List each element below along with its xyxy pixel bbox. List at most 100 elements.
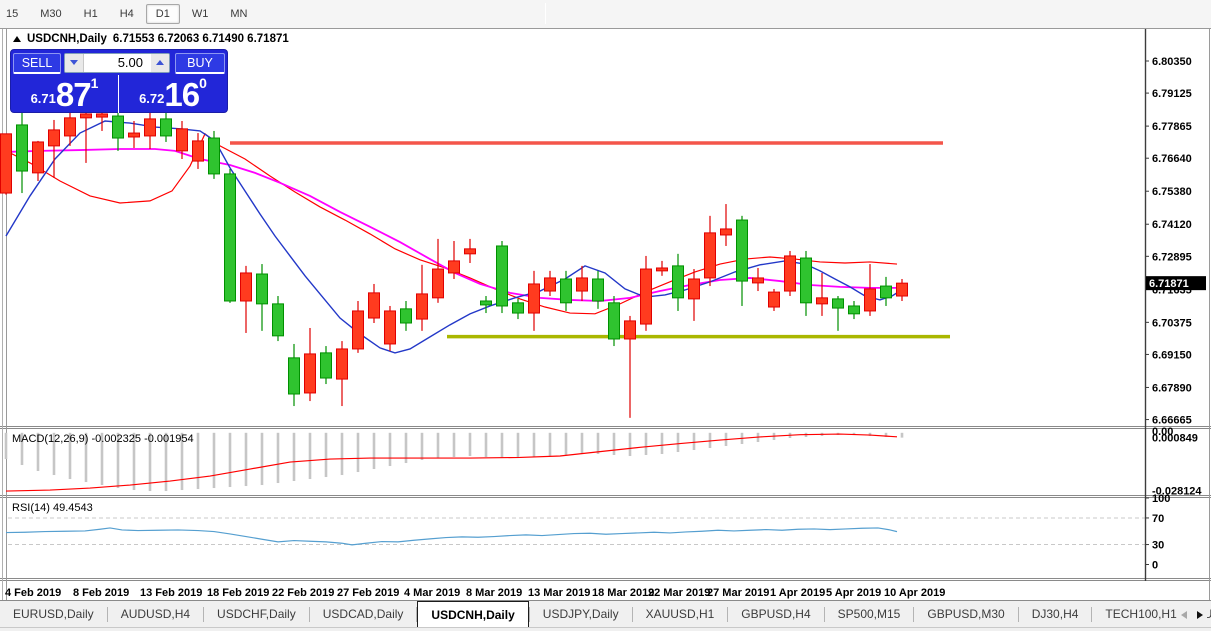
timeframe-button-m30[interactable]: M30 [30,4,71,24]
date-axis-label: 8 Mar 2019 [466,587,522,599]
price-axis-label: 6.75380 [1152,186,1192,198]
tab-eurusd-daily[interactable]: EURUSD,Daily [0,601,107,627]
tab-usdcad-daily[interactable]: USDCAD,Daily [310,601,417,627]
sell-price-sup: 1 [90,75,99,91]
timeframe-button-h1[interactable]: H1 [74,4,108,24]
trading-terminal: 15 M30 H1 H4 D1 W1 MN 6.80350 6.79125 6.77865 6.7… [0,0,1211,631]
candle-body [272,303,284,337]
tab-gbpusd-h4[interactable]: GBPUSD,H4 [728,601,823,627]
candle-body [496,245,508,307]
candle-body [352,310,364,350]
buy-price[interactable]: 6.72 16 0 [119,75,227,113]
candle-body [128,132,140,138]
date-axis-label: 13 Mar 2019 [528,587,590,599]
candle-body [896,282,908,297]
candle-body [880,285,892,299]
date-axis-label: 22 Mar 2019 [648,587,710,599]
rsi-axis-label: 0 [1152,560,1158,572]
date-axis-label: 27 Feb 2019 [337,587,399,599]
tab-dj30-h4[interactable]: DJ30,H4 [1019,601,1092,627]
price-axis-label: 6.66665 [1152,415,1192,427]
sell-price[interactable]: 6.71 87 1 [11,75,119,113]
candle-body [528,283,540,314]
date-axis-label: 27 Mar 2019 [707,587,769,599]
tab-audusd-h4[interactable]: AUDUSD,H4 [108,601,203,627]
price-axis-label: 6.72895 [1152,251,1192,263]
candle-body [800,257,812,304]
candle-body [416,293,428,320]
candle-body [368,292,380,319]
timeframe-button-15[interactable]: 15 [0,4,28,24]
candle-body [768,291,780,308]
macd-axis-label: 0.000849 [1152,433,1198,445]
candle-body [304,353,316,394]
candle-body [752,277,764,284]
candle-body [512,302,524,314]
candle-body [224,173,236,302]
price-axis-label: 6.74120 [1152,219,1192,231]
price-axis-label: 6.69150 [1152,349,1192,361]
volume-increase-button[interactable] [151,53,169,72]
symbol-tabs: EURUSD,Daily AUDUSD,H4 USDCHF,Daily USDCAD,… [0,601,1211,627]
tab-usdchf-daily[interactable]: USDCHF,Daily [204,601,309,627]
trade-panel-controls: SELL BUY [11,50,227,75]
candle-body [592,278,604,302]
candle-body [400,308,412,324]
date-axis-label: 5 Apr 2019 [826,587,881,599]
collapse-triangle-icon[interactable] [13,36,21,42]
tab-xauusd-h1[interactable]: XAUUSD,H1 [633,601,728,627]
candle-body [112,115,124,139]
macd-indicator-label: MACD(12,26,9) -0.002325 -0.001954 [12,433,194,445]
date-axis-label: 18 Feb 2019 [207,587,269,599]
tab-tech100-h1[interactable]: TECH100,H1 [1092,601,1189,627]
candle-body [784,255,796,292]
candle-body [32,141,44,174]
candle-body [432,268,444,299]
candle-body [816,297,828,305]
tab-usdjpy-daily[interactable]: USDJPY,Daily [530,601,632,627]
sell-button[interactable]: SELL [13,53,61,74]
price-axis-label: 6.79125 [1152,88,1192,100]
date-axis-label: 4 Mar 2019 [404,587,460,599]
tab-sp500-m15[interactable]: SP500,M15 [825,601,914,627]
sell-price-big: 87 [55,76,92,113]
tab-usdcnh-daily[interactable]: USDCNH,Daily [417,601,529,627]
one-click-trade-panel: SELL BUY 6.71 87 1 6.72 16 0 [10,49,228,113]
buy-price-small: 6.72 [139,91,165,106]
date-axis-label: 22 Feb 2019 [272,587,334,599]
timeframe-toolbar: 15 M30 H1 H4 D1 W1 MN [0,0,1211,28]
candle-body [448,260,460,274]
buy-button[interactable]: BUY [175,53,225,74]
candle-body [80,113,92,119]
candle-body [288,357,300,395]
volume-input[interactable] [83,53,151,72]
trade-panel-prices: 6.71 87 1 6.72 16 0 [11,75,227,113]
price-axis-label: 6.77865 [1152,121,1192,133]
chart-ohlc-values: 6.71553 6.72063 6.71490 6.71871 [112,33,289,45]
tab-gbpusd-m30[interactable]: GBPUSD,M30 [914,601,1017,627]
candle-body [96,113,108,118]
candle-body [640,268,652,325]
current-price-label: 6.71871 [1149,278,1189,290]
timeframe-button-d1[interactable]: D1 [145,4,180,24]
timeframe-button-w1[interactable]: W1 [182,4,219,24]
status-strip [0,627,1211,631]
volume-decrease-button[interactable] [65,53,83,72]
price-axis-label: 6.80350 [1152,56,1192,68]
candle-body [256,273,268,305]
date-axis-label: 1 Apr 2019 [770,587,825,599]
chart-window: 6.80350 6.79125 6.77865 6.76640 6.75380 6.741… [0,28,1211,601]
timeframe-button-mn[interactable]: MN [220,4,257,24]
symbol-tabbar: EURUSD,Daily AUDUSD,H4 USDCHF,Daily USDCAD,… [0,600,1211,627]
candle-body [832,298,844,309]
candle-body [688,278,700,300]
tab-scroll-arrows [1181,601,1207,627]
timeframe-buttons: 15 M30 H1 H4 D1 W1 MN [0,4,258,24]
candle-body [672,265,684,299]
candle-body [384,310,396,345]
candle-body [16,124,28,172]
chart-ohlc-title: USDCNH,Daily 6.71553 6.72063 6.71490 6.7… [13,33,289,45]
tab-scroll-left-icon[interactable] [1181,610,1187,619]
timeframe-button-h4[interactable]: H4 [110,4,144,24]
tab-scroll-right-icon[interactable] [1197,610,1203,619]
